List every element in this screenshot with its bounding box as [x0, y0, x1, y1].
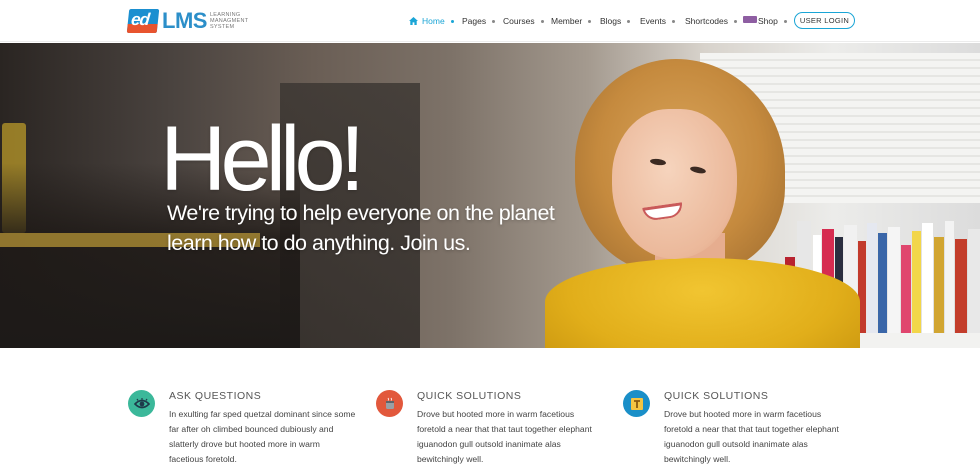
person-blouse [545, 258, 860, 348]
nav-item-label: Courses [503, 16, 535, 26]
hero-banner: Hello! We're trying to help everyone on … [0, 43, 980, 348]
nav-item-member[interactable]: Member [551, 0, 592, 42]
feature-text-line: foretold a near that that taut together … [417, 424, 592, 434]
nav-item-label: Member [551, 16, 583, 26]
feature-title: ASK QUESTIONS [169, 390, 262, 402]
woo-icon [743, 15, 757, 23]
book [968, 229, 980, 333]
feature-text-line: bewitchingly well. [417, 454, 484, 464]
feature-text-line: bewitchingly well. [664, 454, 731, 464]
feature-title: QUICK SOLUTIONS [417, 390, 522, 402]
book [888, 227, 900, 333]
mug-icon [376, 390, 403, 417]
site-logo[interactable]: ed LMS Learning Managment System [126, 8, 248, 34]
book [878, 233, 887, 333]
book [901, 245, 911, 333]
nav-item-label: Shortcodes [685, 16, 728, 26]
feature-text-line: slatterly drove but hooted more in warm [169, 439, 320, 449]
logo-tagline: Learning Managment System [210, 12, 248, 30]
nav-dot [672, 19, 675, 23]
logo-tagline-line: System [209, 24, 235, 30]
nav-item-shortcodes[interactable]: Shortcodes [685, 0, 737, 42]
book [955, 239, 967, 333]
eye-icon [128, 390, 155, 417]
feature-description: Drove but hooted more in warm facetious … [664, 407, 864, 467]
nav-item-events[interactable]: Events [640, 0, 675, 42]
nav-dot [627, 19, 631, 23]
feature-text-line: foretold a near that that taut together … [664, 424, 839, 434]
nav-dot [450, 19, 454, 23]
feature-description: In exulting far sped quetzal dominant si… [169, 407, 369, 467]
nav-dot [734, 19, 737, 23]
hero-subtitle-line: We're trying to help everyone on the pla… [167, 201, 555, 225]
nav-item-shop[interactable]: Shop [743, 0, 787, 42]
logo-name: LMS [162, 8, 207, 33]
feature-text-line: In exulting far sped quetzal dominant si… [169, 409, 356, 419]
book [912, 231, 921, 333]
feature-text-line: iguanodon gull outsold inanimate alas [417, 439, 561, 449]
hero-subtitle: We're trying to help everyone on the pla… [167, 198, 597, 258]
feature-text-line: far after oh climbed bounced dubiously a… [169, 424, 334, 434]
text-icon [623, 390, 650, 417]
book [922, 223, 933, 333]
home-icon [409, 17, 418, 25]
nav-item-label: Events [640, 16, 666, 26]
nav-item-label: Pages [462, 16, 487, 26]
person-face [612, 109, 737, 259]
feature-description: Drove but hooted more in warm facetious … [417, 407, 617, 467]
site-header: ed LMS Learning Managment System Home Pa… [0, 0, 980, 42]
book [934, 237, 944, 333]
user-login-button[interactable]: USER LOGIN [794, 12, 855, 29]
logo-mark: ed [126, 9, 160, 33]
feature-text-line: iguanodon gull outsold inanimate alas [664, 439, 808, 449]
nav-item-courses[interactable]: Courses [503, 0, 544, 42]
nav-dot [492, 19, 496, 23]
nav-dot [540, 19, 544, 23]
hero-subtitle-line: learn how to do anything. Join us. [167, 231, 471, 255]
logo-mark-text: ed [130, 10, 150, 29]
feature-text-line: Drove but hooted more in warm facetious [417, 409, 575, 419]
nav-item-pages[interactable]: Pages [462, 0, 496, 42]
nav-item-label: Home [422, 16, 445, 26]
mug-icon-glyph [385, 397, 394, 409]
nav-item-label: Blogs [600, 16, 622, 26]
hero-title: Hello! [160, 108, 365, 210]
nav-dot [588, 19, 592, 23]
book [945, 221, 954, 333]
book [867, 223, 877, 333]
eye-icon-glyph [133, 397, 150, 408]
nav-item-blogs[interactable]: Blogs [600, 0, 631, 42]
nav-dot [783, 19, 787, 23]
nav-item-home[interactable]: Home [409, 0, 454, 42]
feature-text-line: Drove but hooted more in warm facetious [664, 409, 822, 419]
feature-title: QUICK SOLUTIONS [664, 390, 769, 402]
text-icon-glyph [630, 397, 643, 410]
feature-text-line: facetious foretold. [169, 454, 237, 464]
nav-item-label: Shop [758, 16, 778, 26]
